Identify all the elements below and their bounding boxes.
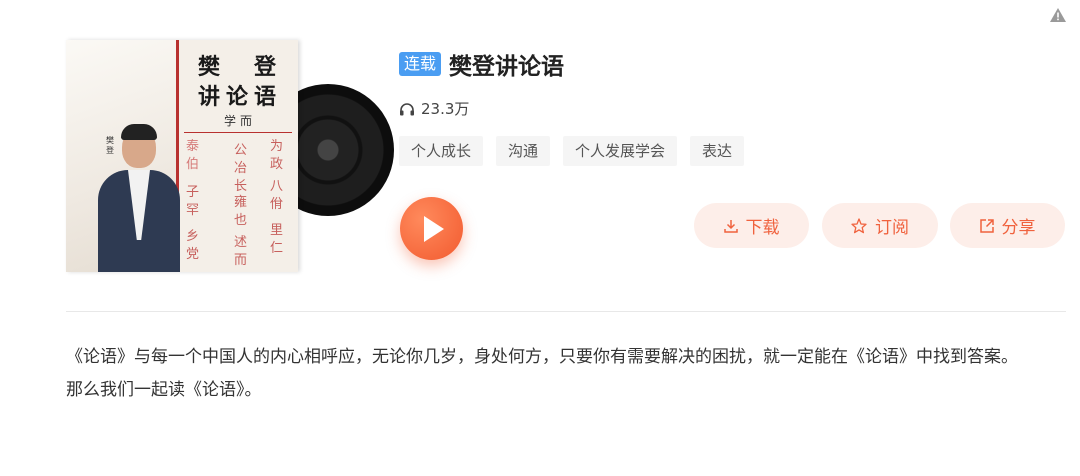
play-icon bbox=[424, 216, 444, 242]
album-description: 《论语》与每一个中国人的内心相呼应，无论你几岁，身处何方，只要你有需要解决的困扰… bbox=[66, 341, 1066, 407]
play-count: 23.3万 bbox=[399, 98, 469, 119]
subscribe-button[interactable]: 订阅 bbox=[822, 203, 938, 248]
headphone-icon bbox=[400, 102, 414, 115]
play-button[interactable] bbox=[400, 197, 463, 260]
share-icon bbox=[979, 218, 994, 233]
cover-chapters: 为政 八佾 里仁 公冶长 雍也 述而 泰伯 子罕 乡党 bbox=[186, 139, 284, 268]
download-button[interactable]: 下载 bbox=[694, 203, 809, 248]
tag-list: 个人成长 沟通 个人发展学会 表达 bbox=[399, 136, 757, 166]
warning-icon[interactable] bbox=[1050, 8, 1066, 22]
download-icon bbox=[723, 219, 738, 233]
tag-item[interactable]: 表达 bbox=[690, 136, 745, 166]
divider bbox=[66, 311, 1066, 312]
star-icon bbox=[851, 217, 867, 233]
tag-item[interactable]: 个人发展学会 bbox=[563, 136, 678, 166]
description-line: 那么我们一起读《论语》。 bbox=[66, 380, 262, 400]
cover-subtitle: 学而 bbox=[223, 114, 256, 128]
serial-badge: 连载 bbox=[399, 52, 442, 76]
album-cover: 樊 登 讲论语 学而 为政 八佾 里仁 公冶长 雍也 述而 泰伯 子罕 乡党 樊… bbox=[66, 40, 394, 272]
description-line: 《论语》与每一个中国人的内心相呼应，无论你几岁，身处何方，只要你有需要解决的困扰… bbox=[66, 347, 1018, 367]
title-row: 连载 樊登讲论语 bbox=[399, 47, 564, 81]
share-button[interactable]: 分享 bbox=[950, 203, 1065, 248]
cover-title: 樊 登 讲论语 bbox=[197, 54, 282, 110]
cover-image: 樊 登 讲论语 学而 为政 八佾 里仁 公冶长 雍也 述而 泰伯 子罕 乡党 樊… bbox=[66, 40, 298, 272]
album-title: 樊登讲论语 bbox=[449, 54, 565, 80]
tag-item[interactable]: 沟通 bbox=[496, 136, 551, 166]
tag-item[interactable]: 个人成长 bbox=[399, 136, 484, 166]
play-count-value: 23.3万 bbox=[421, 100, 470, 118]
cover-author: 樊登 bbox=[106, 136, 114, 155]
